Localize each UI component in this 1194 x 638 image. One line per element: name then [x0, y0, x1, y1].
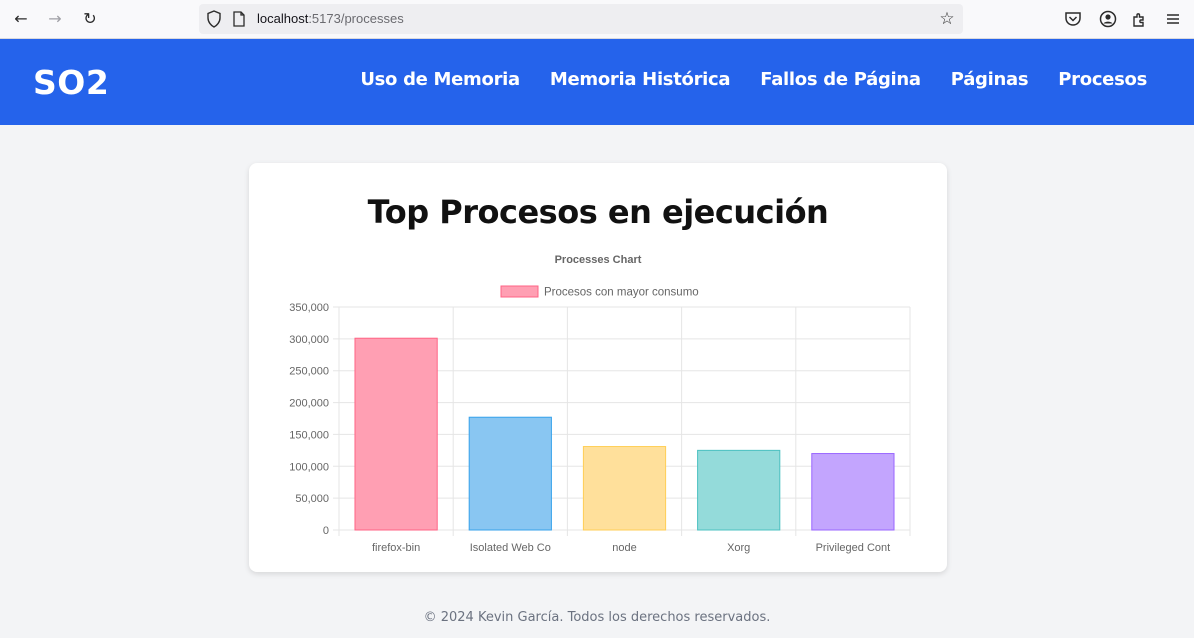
- y-tick-label: 150,000: [289, 429, 329, 441]
- brand-logo[interactable]: SO2: [33, 63, 109, 102]
- y-tick-label: 0: [323, 525, 329, 537]
- page-icon: [233, 11, 245, 27]
- shield-icon[interactable]: [206, 10, 222, 28]
- legend-swatch: [500, 285, 539, 298]
- nav-uso-de-memoria[interactable]: Uso de Memoria: [360, 69, 520, 90]
- y-tick-label: 300,000: [289, 334, 329, 346]
- app-header: SO2 Uso de Memoria Memoria Histórica Fal…: [0, 39, 1194, 125]
- x-tick-label: Xorg: [727, 542, 750, 554]
- bar-xorg: [697, 449, 781, 531]
- back-icon[interactable]: ←: [10, 8, 32, 30]
- extensions-icon[interactable]: [1130, 9, 1150, 29]
- nav-fallos-de-pagina[interactable]: Fallos de Página: [760, 69, 921, 90]
- pocket-icon[interactable]: [1063, 9, 1083, 29]
- url-path: :5173/processes: [308, 11, 404, 26]
- x-tick-label: Privileged Cont: [816, 542, 891, 554]
- menu-icon[interactable]: [1163, 9, 1183, 29]
- y-tick-label: 350,000: [289, 302, 329, 314]
- y-tick-label: 200,000: [289, 398, 329, 410]
- bar-privileged-cont: [811, 453, 895, 531]
- processes-chart: Processes Chart Procesos con mayor consum…: [289, 254, 911, 554]
- x-tick-label: node: [612, 542, 636, 554]
- account-icon[interactable]: [1098, 9, 1118, 29]
- bookmark-star-icon[interactable]: ☆: [937, 9, 957, 29]
- nav-procesos[interactable]: Procesos: [1058, 69, 1147, 90]
- main-nav: Uso de Memoria Memoria Histórica Fallos …: [360, 69, 1147, 90]
- chart-title: Processes Chart: [555, 254, 642, 266]
- url-host: localhost: [257, 11, 309, 26]
- nav-memoria-historica[interactable]: Memoria Histórica: [550, 69, 731, 90]
- browser-toolbar: ← → ↻ localhost:5173/processes ☆: [0, 0, 1194, 39]
- legend-label: Procesos con mayor consumo: [544, 287, 699, 299]
- footer-copyright: © 2024 Kevin García. Todos los derechos …: [423, 610, 771, 625]
- forward-icon[interactable]: →: [44, 8, 66, 30]
- reload-icon[interactable]: ↻: [79, 8, 101, 30]
- x-tick-label: firefox-bin: [372, 542, 420, 554]
- y-tick-label: 250,000: [289, 366, 329, 378]
- processes-card: Top Procesos en ejecución Processes Char…: [249, 163, 947, 572]
- x-tick-label: Isolated Web Co: [470, 542, 551, 554]
- bar-isolated-web-co: [468, 416, 552, 531]
- address-bar[interactable]: localhost:5173/processes ☆: [199, 4, 963, 34]
- bar-firefox-bin: [354, 337, 438, 531]
- nav-paginas[interactable]: Páginas: [951, 69, 1029, 90]
- y-tick-label: 50,000: [295, 493, 329, 505]
- y-tick-label: 100,000: [289, 461, 329, 473]
- bar-node: [582, 446, 667, 531]
- url-text: localhost:5173/processes: [257, 11, 404, 26]
